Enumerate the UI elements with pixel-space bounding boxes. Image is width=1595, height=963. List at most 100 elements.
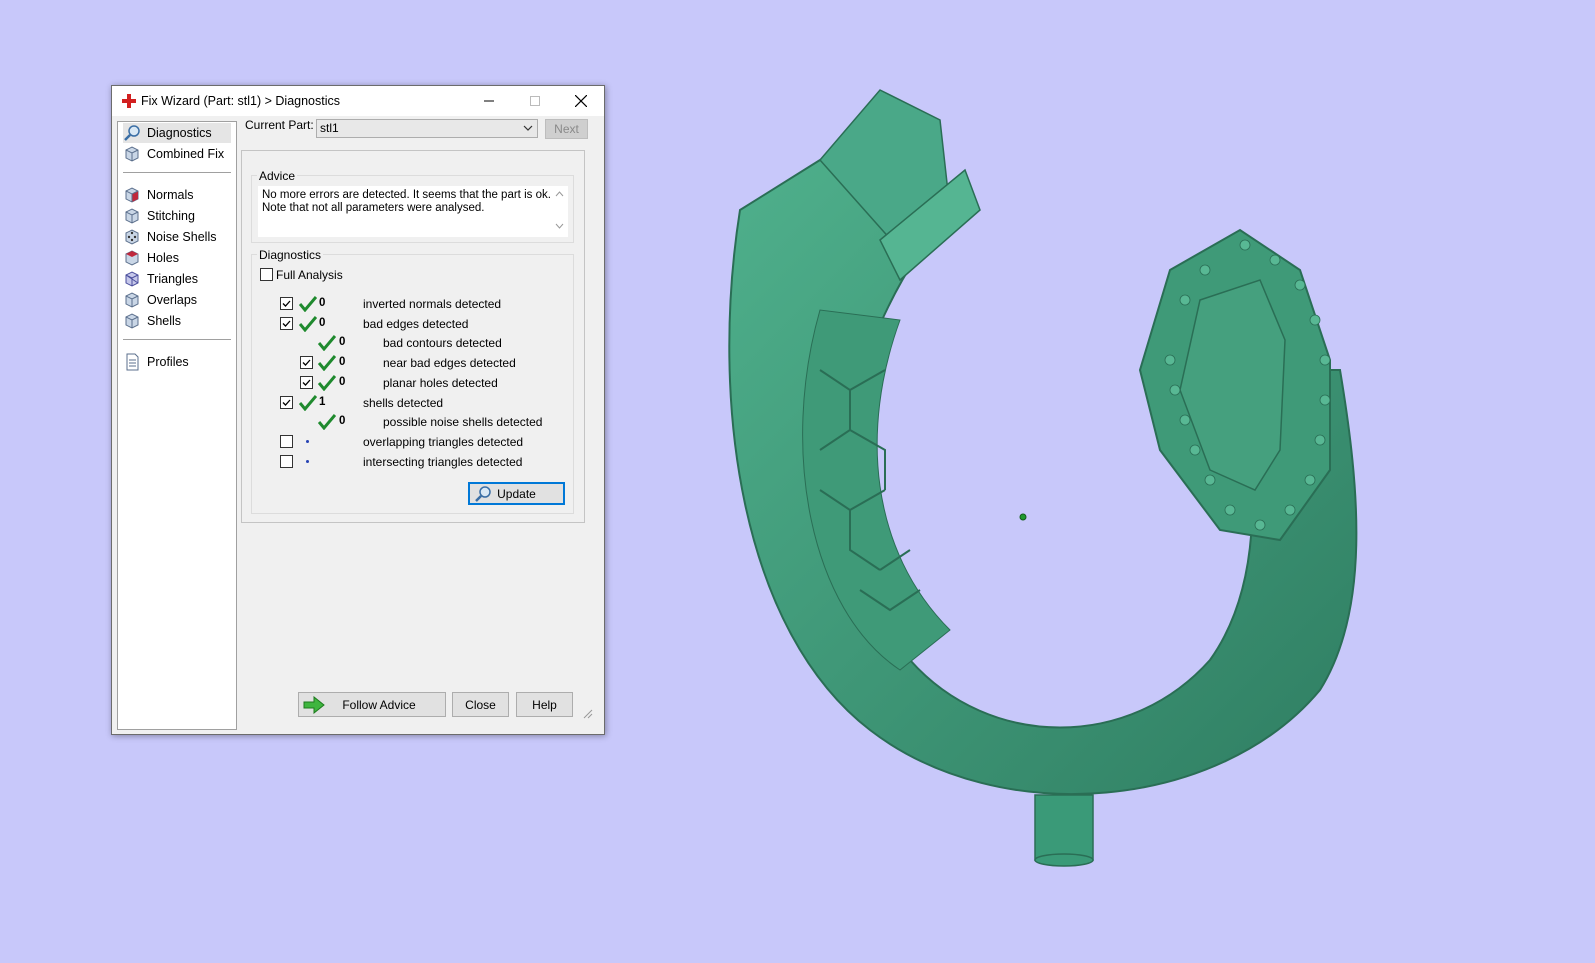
shells-checkbox[interactable] xyxy=(280,396,293,409)
cube-icon xyxy=(125,271,139,287)
sidebar-item-noise-shells[interactable]: Noise Shells xyxy=(123,227,231,247)
diag-count: 0 xyxy=(319,297,326,309)
minimize-icon xyxy=(484,100,494,102)
cube-red-icon xyxy=(125,187,139,203)
close-label: Close xyxy=(465,697,496,712)
close-button[interactable]: Close xyxy=(452,692,509,717)
checkmark-icon xyxy=(282,320,291,327)
diag-count: 0 xyxy=(319,317,326,329)
status-dot-icon xyxy=(306,460,309,463)
sidebar-divider xyxy=(123,172,231,173)
diag-count: 0 xyxy=(339,356,346,368)
diag-label: possible noise shells detected xyxy=(383,415,543,429)
sidebar-item-profiles[interactable]: Profiles xyxy=(123,352,231,372)
sidebar-item-holes[interactable]: Holes xyxy=(123,248,231,268)
diag-count: 0 xyxy=(339,336,346,348)
document-icon xyxy=(126,353,139,371)
chevron-down-icon xyxy=(523,125,533,131)
help-label: Help xyxy=(532,697,557,712)
update-button[interactable]: Update xyxy=(468,482,565,505)
intersecting-triangles-checkbox[interactable] xyxy=(280,455,293,468)
diag-label: shells detected xyxy=(363,396,444,410)
diag-label: overlapping triangles detected xyxy=(363,435,524,449)
resize-grip-icon[interactable] xyxy=(581,707,593,719)
sidebar-item-label: Combined Fix xyxy=(147,147,225,161)
sidebar-item-label: Shells xyxy=(147,314,182,328)
diag-label: bad contours detected xyxy=(383,336,502,350)
maximize-button[interactable] xyxy=(512,86,558,116)
sidebar-item-diagnostics[interactable]: Diagnostics xyxy=(123,123,231,143)
diag-label: intersecting triangles detected xyxy=(363,455,523,469)
full-analysis-label: Full Analysis xyxy=(276,268,343,282)
sidebar-item-label: Overlaps xyxy=(147,293,198,307)
maximize-icon xyxy=(530,96,540,106)
diag-count: 0 xyxy=(339,376,346,388)
close-icon xyxy=(575,95,587,107)
sidebar-divider xyxy=(123,339,231,340)
full-analysis-checkbox[interactable] xyxy=(260,268,273,281)
sidebar: Diagnostics Combined Fix Normals Stitchi… xyxy=(117,121,237,730)
ring-model[interactable] xyxy=(700,70,1400,870)
advice-textbox[interactable]: No more errors are detected. It seems th… xyxy=(258,186,568,237)
diag-count: 1 xyxy=(319,396,326,408)
checkmark-icon xyxy=(282,300,291,307)
planar-holes-checkbox[interactable] xyxy=(300,376,313,389)
near-bad-edges-checkbox[interactable] xyxy=(300,356,313,369)
sidebar-item-triangles[interactable]: Triangles xyxy=(123,269,231,289)
next-button[interactable]: Next xyxy=(545,119,588,139)
bad-edges-checkbox[interactable] xyxy=(280,317,293,330)
status-dot-icon xyxy=(306,440,309,443)
diag-count: 0 xyxy=(339,415,346,427)
diag-label: bad edges detected xyxy=(363,317,469,331)
magnifier-icon xyxy=(475,486,491,502)
advice-title: Advice xyxy=(257,169,298,183)
arrow-right-icon xyxy=(303,696,325,714)
minimize-button[interactable] xyxy=(466,86,512,116)
green-check-icon xyxy=(299,395,317,411)
sidebar-item-label: Triangles xyxy=(147,272,198,286)
diag-label: inverted normals detected xyxy=(363,297,502,311)
checkmark-icon xyxy=(282,399,291,406)
cube-icon xyxy=(125,208,139,224)
sidebar-item-label: Profiles xyxy=(147,355,189,369)
diag-label: near bad edges detected xyxy=(383,356,516,370)
green-check-icon xyxy=(299,296,317,312)
dice-icon xyxy=(125,229,139,245)
sidebar-item-normals[interactable]: Normals xyxy=(123,185,231,205)
green-check-icon xyxy=(318,375,336,391)
sidebar-item-label: Stitching xyxy=(147,209,195,223)
window-title: Fix Wizard (Part: stl1) > Diagnostics xyxy=(141,94,341,108)
update-label: Update xyxy=(497,486,536,501)
red-cross-icon xyxy=(122,94,136,108)
sidebar-item-label: Normals xyxy=(147,188,194,202)
current-part-select[interactable]: stl1 xyxy=(316,119,538,138)
close-window-button[interactable] xyxy=(558,86,604,116)
green-check-icon xyxy=(299,316,317,332)
cube-icon xyxy=(125,292,139,308)
sidebar-item-label: Diagnostics xyxy=(147,126,212,140)
advice-text: No more errors are detected. It seems th… xyxy=(262,189,551,214)
follow-advice-button[interactable]: Follow Advice xyxy=(298,692,446,717)
green-check-icon xyxy=(318,414,336,430)
diag-label: planar holes detected xyxy=(383,376,498,390)
title-bar[interactable]: Fix Wizard (Part: stl1) > Diagnostics xyxy=(112,86,604,116)
sidebar-item-stitching[interactable]: Stitching xyxy=(123,206,231,226)
sidebar-item-shells[interactable]: Shells xyxy=(123,311,231,331)
current-part-value: stl1 xyxy=(320,121,339,135)
magnifier-icon xyxy=(124,125,140,141)
diagnostics-title: Diagnostics xyxy=(257,248,324,262)
checkmark-icon xyxy=(302,379,311,386)
sidebar-item-overlaps[interactable]: Overlaps xyxy=(123,290,231,310)
checkmark-icon xyxy=(302,359,311,366)
advice-scrollbar[interactable] xyxy=(551,186,568,236)
green-check-icon xyxy=(318,355,336,371)
cube-icon xyxy=(125,146,139,162)
green-check-icon xyxy=(318,335,336,351)
sidebar-item-combined-fix[interactable]: Combined Fix xyxy=(123,144,231,164)
overlapping-triangles-checkbox[interactable] xyxy=(280,435,293,448)
inverted-normals-checkbox[interactable] xyxy=(280,297,293,310)
help-button[interactable]: Help xyxy=(516,692,573,717)
current-part-label: Current Part: xyxy=(245,118,314,132)
cube-hole-icon xyxy=(125,250,139,266)
sidebar-item-label: Noise Shells xyxy=(147,230,217,244)
